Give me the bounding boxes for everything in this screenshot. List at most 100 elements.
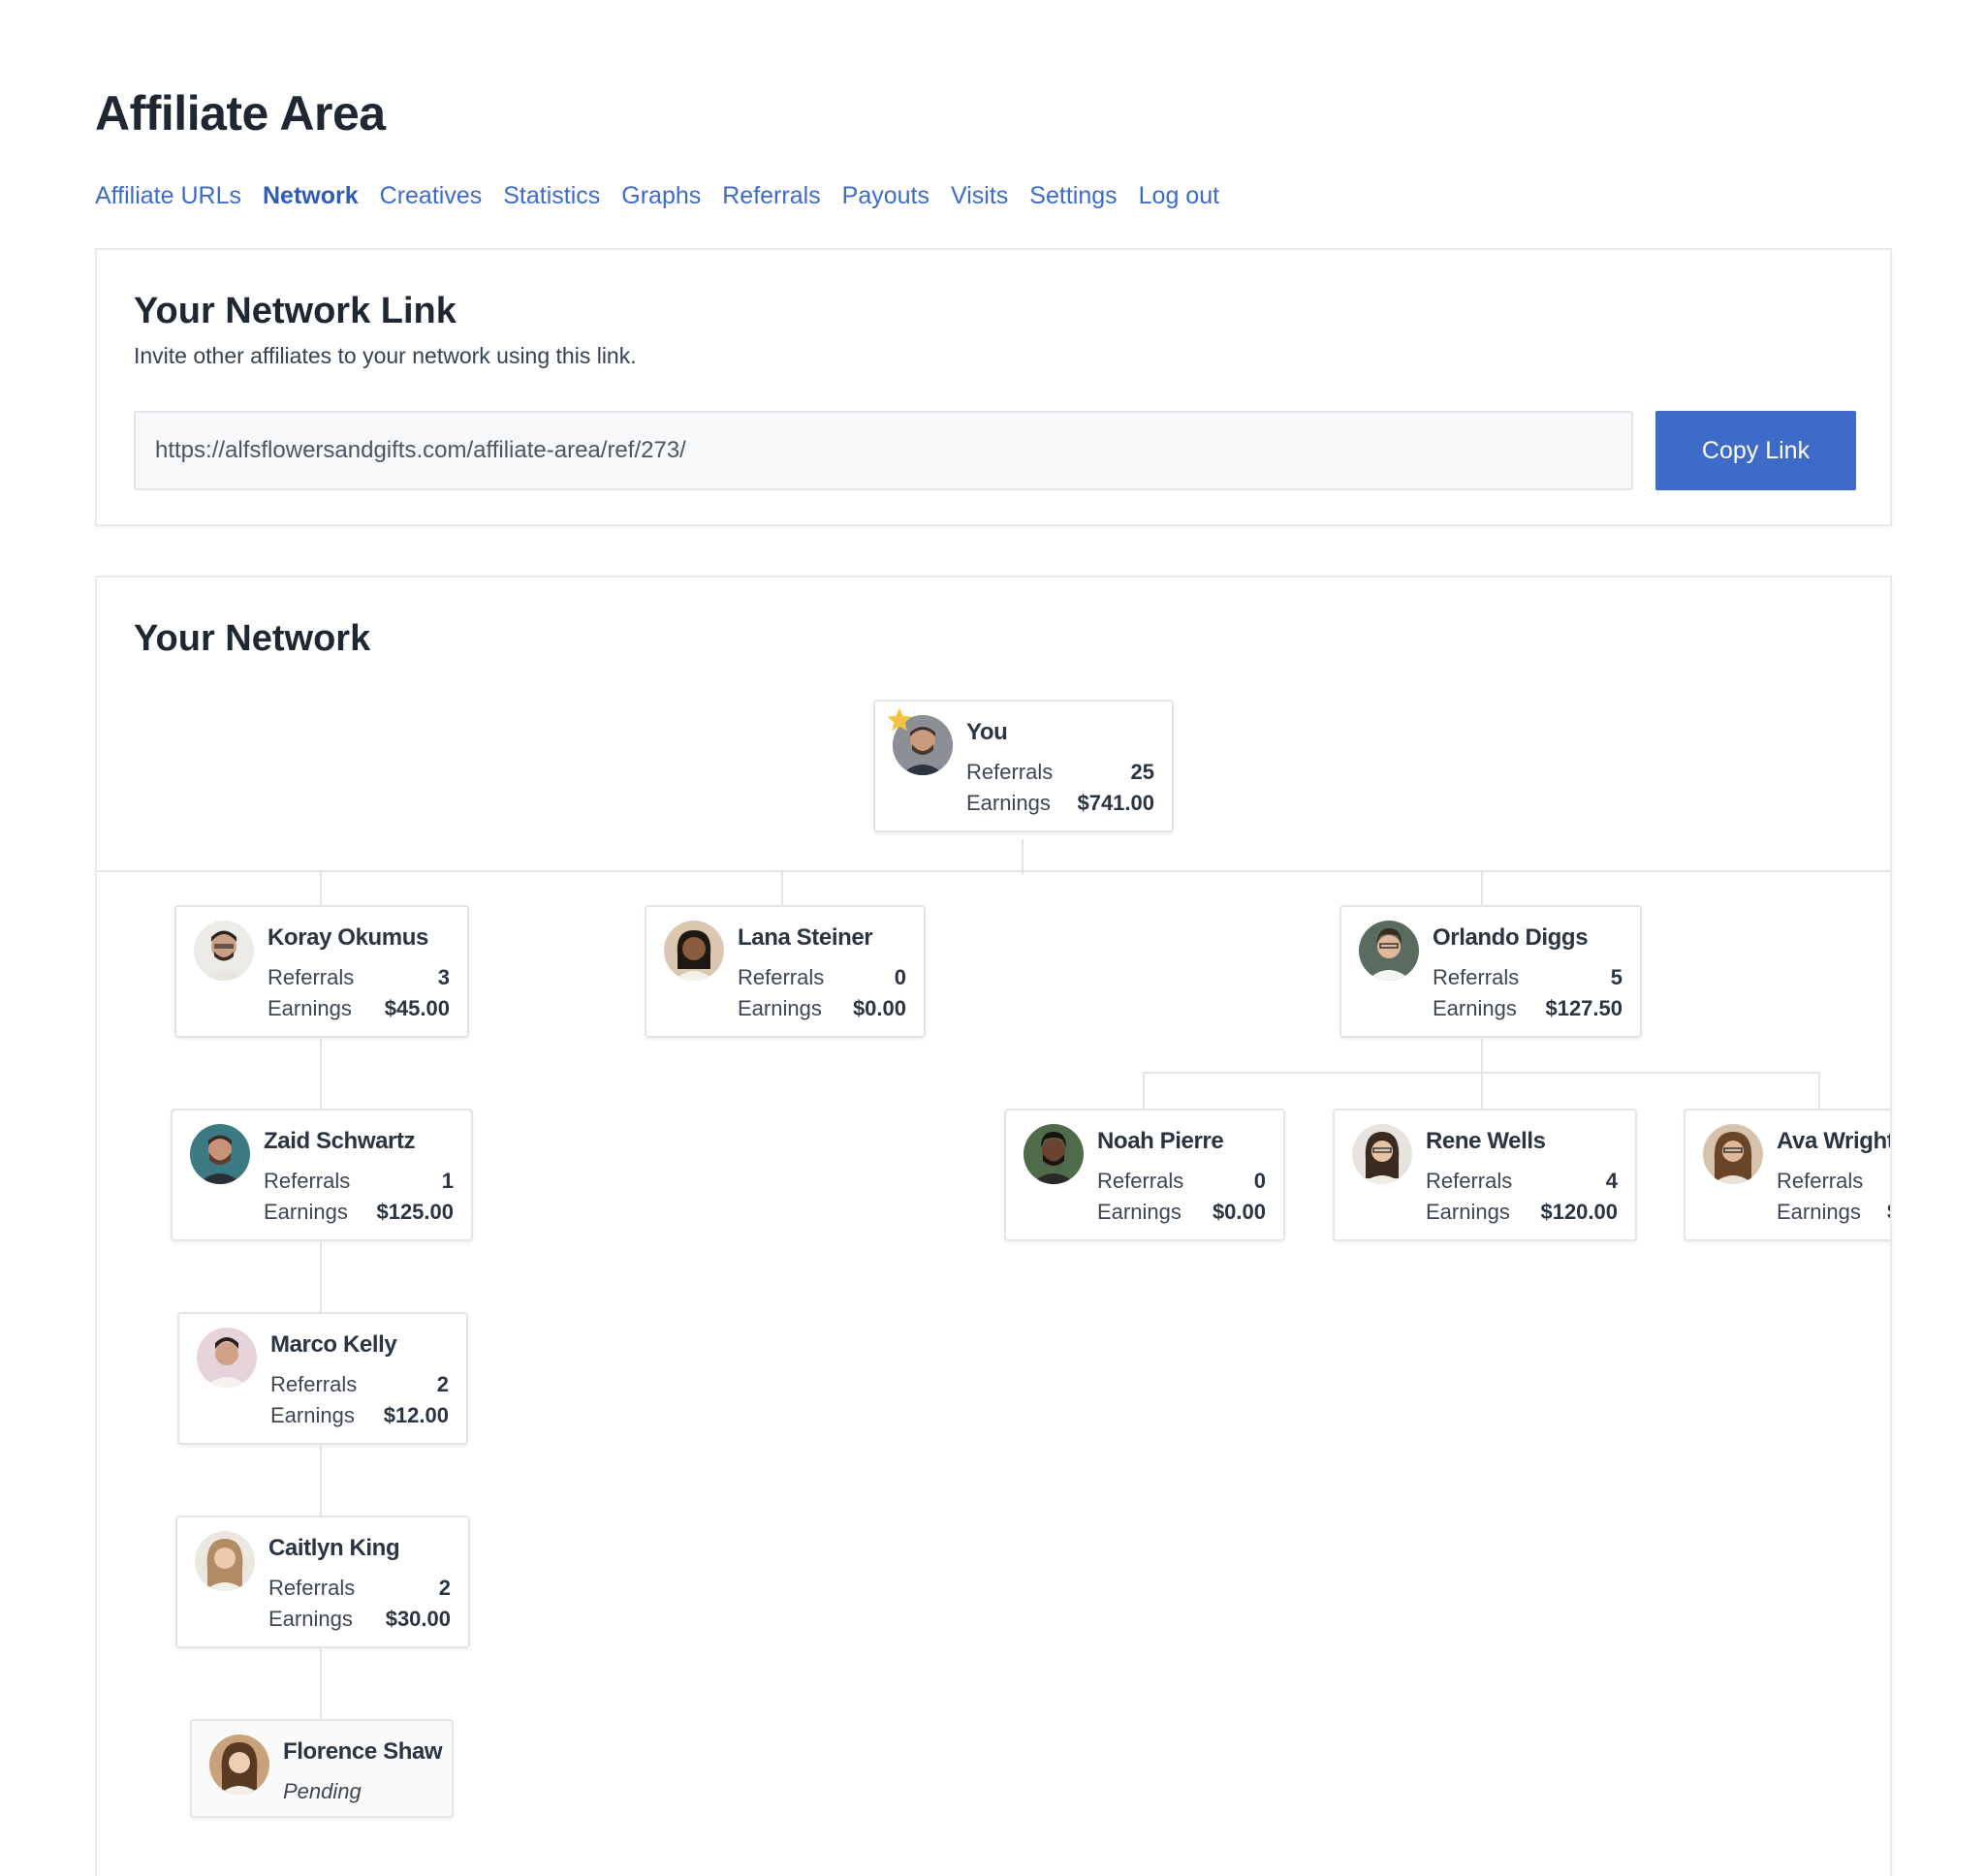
referrals-label: Referrals [1097,1169,1184,1193]
network-node-florence-shaw[interactable]: Florence Shaw Pending [190,1719,454,1818]
connector-line [781,870,783,905]
node-name: Lana Steiner [738,924,873,951]
referrals-label: Referrals [264,1169,351,1193]
connector-line [320,1446,322,1516]
nav-creatives[interactable]: Creatives [380,182,483,210]
connector-line [1022,839,1024,874]
referrals-label: Referrals [738,965,825,989]
nav-network[interactable]: Network [263,182,359,210]
referrals-label: Referrals [1433,965,1520,989]
connector-line [1481,1072,1483,1109]
node-name: Noah Pierre [1097,1128,1224,1154]
star-icon [887,707,912,732]
referrals-value: 5 [1610,965,1623,989]
avatar [1352,1124,1412,1184]
network-node-lana-steiner[interactable]: Lana Steiner Referrals 0 Earnings $0.00 [645,905,926,1038]
network-link-description: Invite other affiliates to your network … [134,343,637,368]
avatar [1703,1124,1763,1184]
node-name: Orlando Diggs [1433,924,1589,951]
earnings-value: $125.00 [376,1200,454,1224]
earnings-label: Earnings [270,1403,355,1427]
node-name: Koray Okumus [268,924,428,951]
network-link-title: Your Network Link [134,291,457,331]
nav-graphs[interactable]: Graphs [621,182,701,210]
earnings-value: $741.00 [1077,791,1154,815]
page-title: Affiliate Area [95,86,386,141]
earnings-label: Earnings [1433,996,1517,1020]
network-node-noah-pierre[interactable]: Noah Pierre Referrals 0 Earnings $0.00 [1004,1109,1285,1241]
avatar [195,1531,255,1591]
earnings-value: $ [1887,1200,1890,1225]
earnings-label: Earnings [1097,1200,1182,1224]
avatar [190,1124,250,1184]
earnings-value: $12.00 [383,1403,449,1427]
referrals-label: Referrals [268,965,355,989]
affiliate-nav: Affiliate URLs Network Creatives Statist… [95,182,1219,210]
network-node-orlando-diggs[interactable]: Orlando Diggs Referrals 5 Earnings $127.… [1339,905,1642,1038]
connector-line [320,1039,322,1109]
connector-line [320,1649,322,1719]
node-name: Zaid Schwartz [264,1128,416,1154]
nav-referrals[interactable]: Referrals [722,182,820,210]
connector-line [1481,1039,1483,1074]
avatar [1359,921,1419,981]
nav-statistics[interactable]: Statistics [503,182,600,210]
nav-affiliate-urls[interactable]: Affiliate URLs [95,182,241,210]
connector-line [97,870,1890,872]
earnings-label: Earnings [1426,1200,1510,1224]
network-node-zaid-schwartz[interactable]: Zaid Schwartz Referrals 1 Earnings $125.… [171,1109,473,1241]
earnings-label: Earnings [264,1200,348,1224]
earnings-value: $30.00 [385,1607,451,1631]
earnings-label: Earnings [738,996,822,1020]
referrals-label: Referrals [268,1576,356,1600]
connector-line [1818,1072,1820,1109]
network-node-caitlyn-king[interactable]: Caitlyn King Referrals 2 Earnings $30.00 [175,1516,470,1648]
referrals-value: 1 [441,1169,454,1193]
avatar [194,921,254,981]
nav-settings[interactable]: Settings [1029,182,1117,210]
pending-status: Pending [283,1779,362,1803]
nav-visits[interactable]: Visits [951,182,1008,210]
network-node-you[interactable]: You Referrals 25 Earnings $741.00 [873,700,1174,832]
network-link-input[interactable] [134,411,1633,490]
earnings-label: Earnings [1777,1200,1861,1224]
nav-log-out[interactable]: Log out [1139,182,1219,210]
node-name: You [966,719,1008,745]
connector-line [320,1242,322,1312]
network-node-marco-kelly[interactable]: Marco Kelly Referrals 2 Earnings $12.00 [177,1312,468,1445]
avatar [1024,1124,1084,1184]
network-tree-card: Your Network You Referrals 25 Earnings $… [95,576,1892,1876]
earnings-label: Earnings [966,791,1051,815]
node-name: Caitlyn King [268,1535,400,1561]
earnings-value: $45.00 [384,996,450,1020]
avatar [209,1735,269,1795]
referrals-value: 4 [1605,1169,1618,1193]
network-title: Your Network [134,618,371,659]
network-node-koray-okumus[interactable]: Koray Okumus Referrals 3 Earnings $45.00 [174,905,469,1038]
referrals-value: 3 [437,965,450,989]
node-name: Florence Shaw [283,1738,443,1765]
network-link-card: Your Network Link Invite other affiliate… [95,248,1892,526]
connector-line [320,870,322,905]
referrals-value: 2 [438,1576,451,1600]
earnings-value: $120.00 [1540,1200,1618,1224]
referrals-label: Referrals [270,1372,358,1396]
earnings-value: $127.50 [1545,996,1623,1020]
earnings-value: $0.00 [1212,1200,1266,1224]
avatar [664,921,724,981]
connector-line [1143,1072,1145,1109]
avatar [197,1328,257,1388]
referrals-label: Referrals [1777,1169,1864,1193]
referrals-value: 2 [436,1372,449,1396]
earnings-value: $0.00 [852,996,906,1020]
copy-link-button[interactable]: Copy Link [1655,411,1856,490]
nav-payouts[interactable]: Payouts [842,182,929,210]
network-node-ava-wright[interactable]: Ava Wright Referrals Earnings $ [1684,1109,1892,1241]
node-name: Ava Wright [1777,1128,1892,1154]
node-name: Marco Kelly [270,1331,397,1358]
referrals-label: Referrals [966,760,1054,784]
connector-line [1481,870,1483,905]
network-node-rene-wells[interactable]: Rene Wells Referrals 4 Earnings $120.00 [1333,1109,1637,1241]
referrals-value: 0 [894,965,906,989]
referrals-value: 25 [1130,760,1154,784]
